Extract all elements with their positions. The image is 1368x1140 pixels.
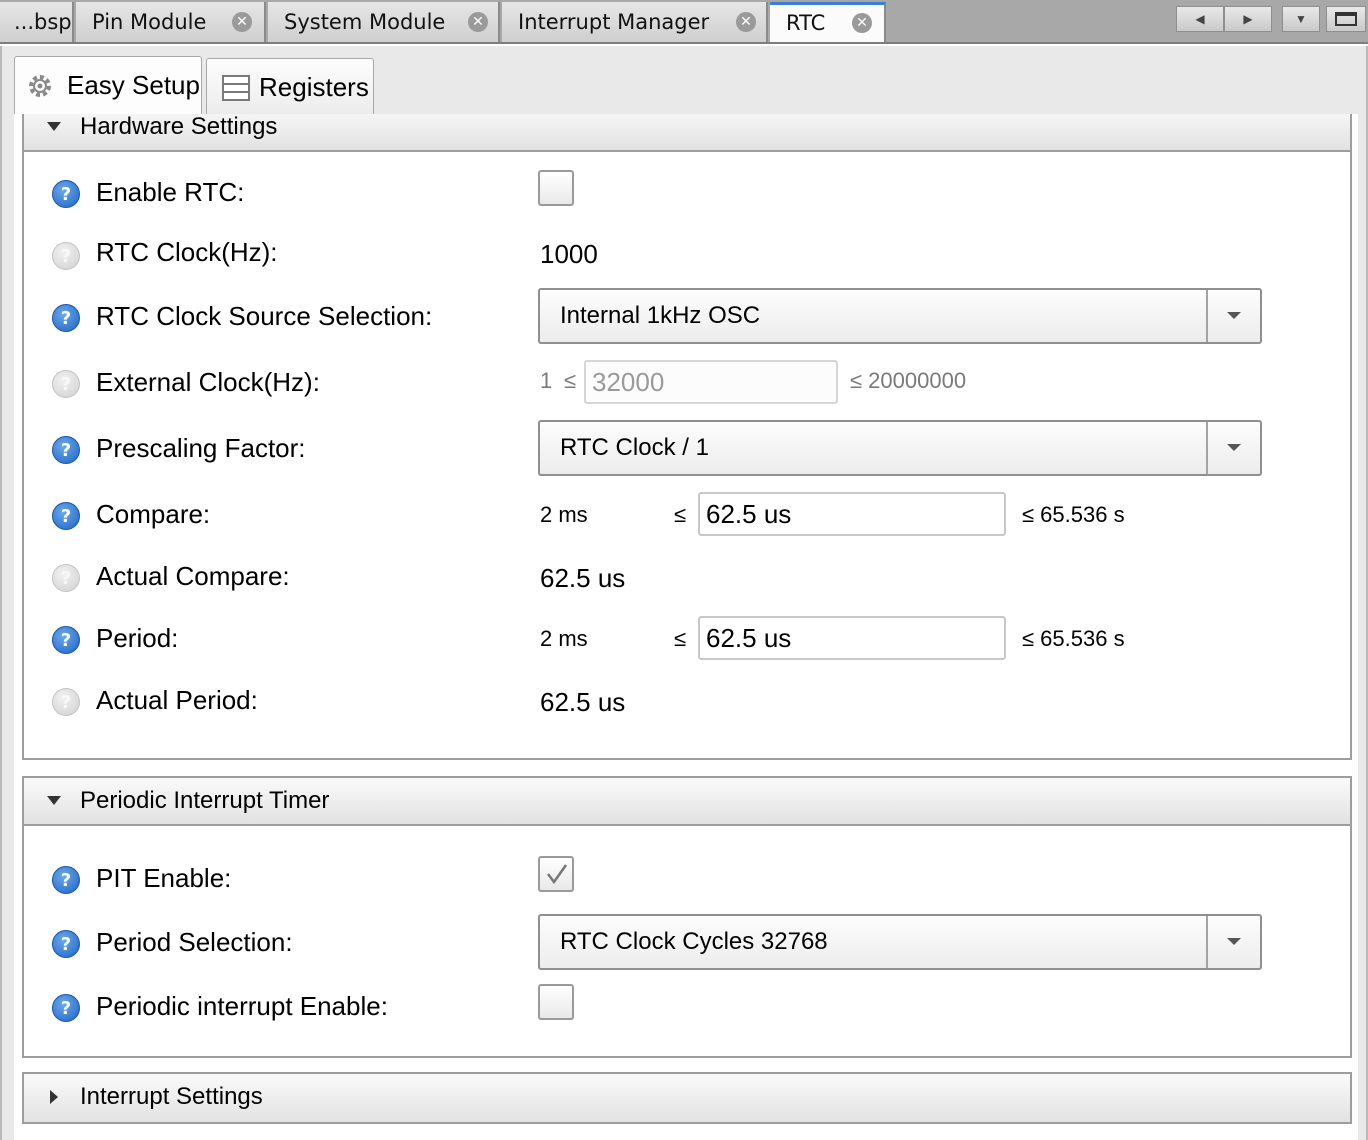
- registers-icon: [222, 75, 250, 101]
- less-equal-sign: ≤: [564, 368, 577, 393]
- doc-tab-interrupt-manager[interactable]: Interrupt Manager ✕: [502, 2, 768, 42]
- scroll-tabs-right-button[interactable]: ▶: [1224, 6, 1272, 32]
- external-clock-value: 32000: [592, 367, 665, 397]
- chevron-down-icon[interactable]: [1206, 916, 1260, 968]
- doc-tab-label: Interrupt Manager: [518, 10, 710, 34]
- periodic-interrupt-enable-checkbox[interactable]: [538, 984, 574, 1020]
- period-max: ≤ 65.536 s: [1022, 626, 1125, 651]
- external-clock-max: ≤ 20000000: [850, 368, 967, 393]
- rtc-configuration-editor: Easy Setup Registers Hardware Settings ?…: [0, 46, 1368, 1140]
- expand-triangle-icon: [50, 1090, 58, 1104]
- compare-value: 62.5 us: [706, 499, 792, 529]
- tab-registers[interactable]: Registers: [206, 58, 374, 114]
- doc-tab-rtc[interactable]: RTC ✕: [770, 2, 886, 42]
- help-icon[interactable]: ?: [52, 930, 80, 958]
- collapse-triangle-icon: [47, 796, 61, 805]
- interrupt-settings-header[interactable]: Interrupt Settings: [24, 1074, 1350, 1122]
- checkmark-icon: [547, 864, 568, 885]
- clock-source-select[interactable]: Internal 1kHz OSC: [538, 288, 1262, 344]
- help-icon[interactable]: ?: [52, 866, 80, 894]
- actual-period-label: Actual Period:: [96, 685, 258, 715]
- collapse-triangle-icon: [47, 122, 61, 131]
- compare-label: Compare:: [96, 499, 211, 529]
- help-icon[interactable]: ?: [52, 626, 80, 654]
- help-icon[interactable]: ?: [52, 994, 80, 1022]
- enable-rtc-label: Enable RTC:: [96, 177, 245, 207]
- close-icon[interactable]: ✕: [736, 12, 756, 32]
- help-icon-disabled: ?: [52, 688, 80, 716]
- compare-field[interactable]: 62.5 us: [698, 492, 1006, 536]
- interrupt-settings-section: Interrupt Settings: [22, 1072, 1352, 1124]
- pit-enable-label: PIT Enable:: [96, 863, 232, 893]
- external-clock-min: 1: [540, 368, 553, 393]
- external-clock-label: External Clock(Hz):: [96, 367, 320, 397]
- document-tab-bar: ...bsp Pin Module ✕ System Module ✕ Inte…: [0, 0, 1368, 44]
- close-icon[interactable]: ✕: [852, 13, 872, 33]
- section-title: Interrupt Settings: [80, 1083, 263, 1110]
- actual-period-value: 62.5 us: [540, 687, 626, 717]
- gear-icon: [29, 75, 51, 97]
- help-icon[interactable]: ?: [52, 180, 80, 208]
- help-icon-disabled: ?: [52, 370, 80, 398]
- help-icon[interactable]: ?: [52, 502, 80, 530]
- enable-rtc-checkbox[interactable]: [538, 170, 574, 206]
- periodic-interrupt-enable-label: Periodic interrupt Enable:: [96, 991, 388, 1021]
- period-selection-select[interactable]: RTC Clock Cycles 32768: [538, 914, 1262, 970]
- actual-compare-label: Actual Compare:: [96, 561, 290, 591]
- prescaling-select[interactable]: RTC Clock / 1: [538, 420, 1262, 476]
- prescaling-label: Prescaling Factor:: [96, 433, 306, 463]
- period-selection-label: Period Selection:: [96, 927, 293, 957]
- tab-label: Easy Setup: [67, 70, 200, 100]
- actual-compare-value: 62.5 us: [540, 563, 626, 593]
- compare-min: 2 ms: [540, 502, 588, 527]
- period-selection-selected: RTC Clock Cycles 32768: [560, 928, 828, 955]
- scroll-tabs-left-button[interactable]: ◀: [1176, 6, 1224, 32]
- help-icon[interactable]: ?: [52, 436, 80, 464]
- clock-source-label: RTC Clock Source Selection:: [96, 301, 433, 331]
- periodic-interrupt-timer-section: Periodic Interrupt Timer ? PIT Enable: ?…: [22, 776, 1352, 1058]
- help-icon-disabled: ?: [52, 564, 80, 592]
- doc-tab-pin-module[interactable]: Pin Module ✕: [76, 2, 266, 42]
- tab-label: Registers: [259, 72, 369, 102]
- doc-tab-system-module[interactable]: System Module ✕: [268, 2, 500, 42]
- chevron-down-icon[interactable]: [1206, 422, 1260, 474]
- doc-tab-label: RTC: [786, 11, 826, 35]
- easy-setup-panel: Hardware Settings ? Enable RTC: ? RTC Cl…: [14, 114, 1358, 1140]
- rtc-clock-label: RTC Clock(Hz):: [96, 237, 278, 267]
- doc-tab-label: System Module: [284, 10, 446, 34]
- period-label: Period:: [96, 623, 179, 653]
- external-clock-field: 32000: [584, 360, 838, 404]
- help-icon[interactable]: ?: [52, 304, 80, 332]
- close-icon[interactable]: ✕: [232, 12, 252, 32]
- doc-tab-bsp[interactable]: ...bsp: [0, 2, 74, 42]
- chevron-down-icon[interactable]: [1206, 290, 1260, 342]
- period-value: 62.5 us: [706, 623, 792, 653]
- section-title: Periodic Interrupt Timer: [80, 787, 330, 814]
- period-field[interactable]: 62.5 us: [698, 616, 1006, 660]
- section-title: Hardware Settings: [80, 114, 278, 140]
- less-equal-sign: ≤: [674, 502, 687, 527]
- hardware-settings-header[interactable]: Hardware Settings: [24, 114, 1350, 152]
- pit-enable-checkbox[interactable]: [538, 856, 574, 892]
- hardware-settings-section: Hardware Settings ? Enable RTC: ? RTC Cl…: [22, 114, 1352, 760]
- doc-tab-label: Pin Module: [92, 10, 207, 34]
- maximize-icon: [1335, 12, 1357, 26]
- less-equal-sign: ≤: [674, 626, 687, 651]
- clock-source-selected: Internal 1kHz OSC: [560, 302, 761, 329]
- tab-easy-setup[interactable]: Easy Setup: [14, 56, 202, 116]
- period-min: 2 ms: [540, 626, 588, 651]
- tab-list-dropdown-button[interactable]: ▼: [1282, 6, 1320, 32]
- maximize-window-button[interactable]: [1326, 6, 1366, 32]
- periodic-interrupt-timer-header[interactable]: Periodic Interrupt Timer: [24, 778, 1350, 826]
- rtc-clock-value: 1000: [540, 239, 598, 269]
- doc-tab-label: ...bsp: [14, 10, 72, 34]
- compare-max: ≤ 65.536 s: [1022, 502, 1125, 527]
- close-icon[interactable]: ✕: [468, 12, 488, 32]
- prescaling-selected: RTC Clock / 1: [560, 434, 709, 461]
- help-icon-disabled: ?: [52, 242, 80, 270]
